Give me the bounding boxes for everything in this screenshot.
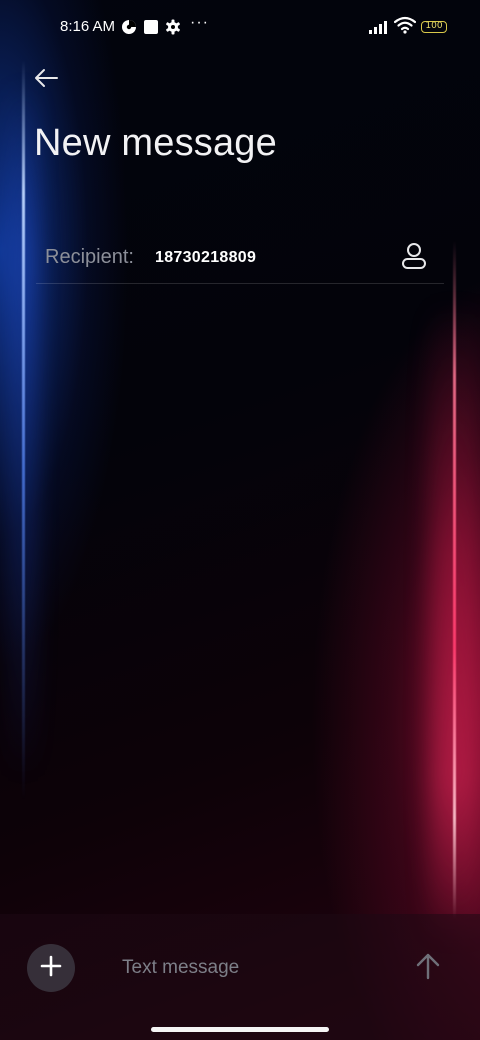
status-time: 8:16 AM [60,18,116,35]
home-indicator[interactable] [151,1027,329,1032]
person-icon [401,242,427,275]
wifi-icon [393,16,417,39]
wallpaper-streak-right [453,240,456,920]
screen: 8:16 AM ··· 100 New message Recipient: 1… [0,0,480,1040]
status-bar: 8:16 AM ··· 100 [0,0,480,56]
signal-icon [368,19,390,40]
recipient-value[interactable]: 18730218809 [155,249,256,267]
square-notification-icon [143,19,159,35]
privacy-shield-icon [121,19,137,35]
message-input[interactable] [110,948,380,988]
gear-icon [165,19,181,35]
recipient-label: Recipient: [45,246,134,268]
battery-icon: 100 [421,21,447,33]
add-attachment-button[interactable] [27,944,75,992]
send-button[interactable] [408,950,448,986]
more-notifications-icon: ··· [190,14,209,31]
arrow-up-icon [416,952,440,985]
back-button[interactable] [28,64,64,96]
arrow-left-icon [33,68,59,93]
page-title: New message [34,122,277,164]
plus-icon [40,955,62,982]
recipient-field[interactable]: Recipient: 18730218809 [36,232,444,284]
message-composer [0,914,480,1040]
wallpaper-streak-left [22,60,25,800]
select-contact-button[interactable] [396,242,432,274]
